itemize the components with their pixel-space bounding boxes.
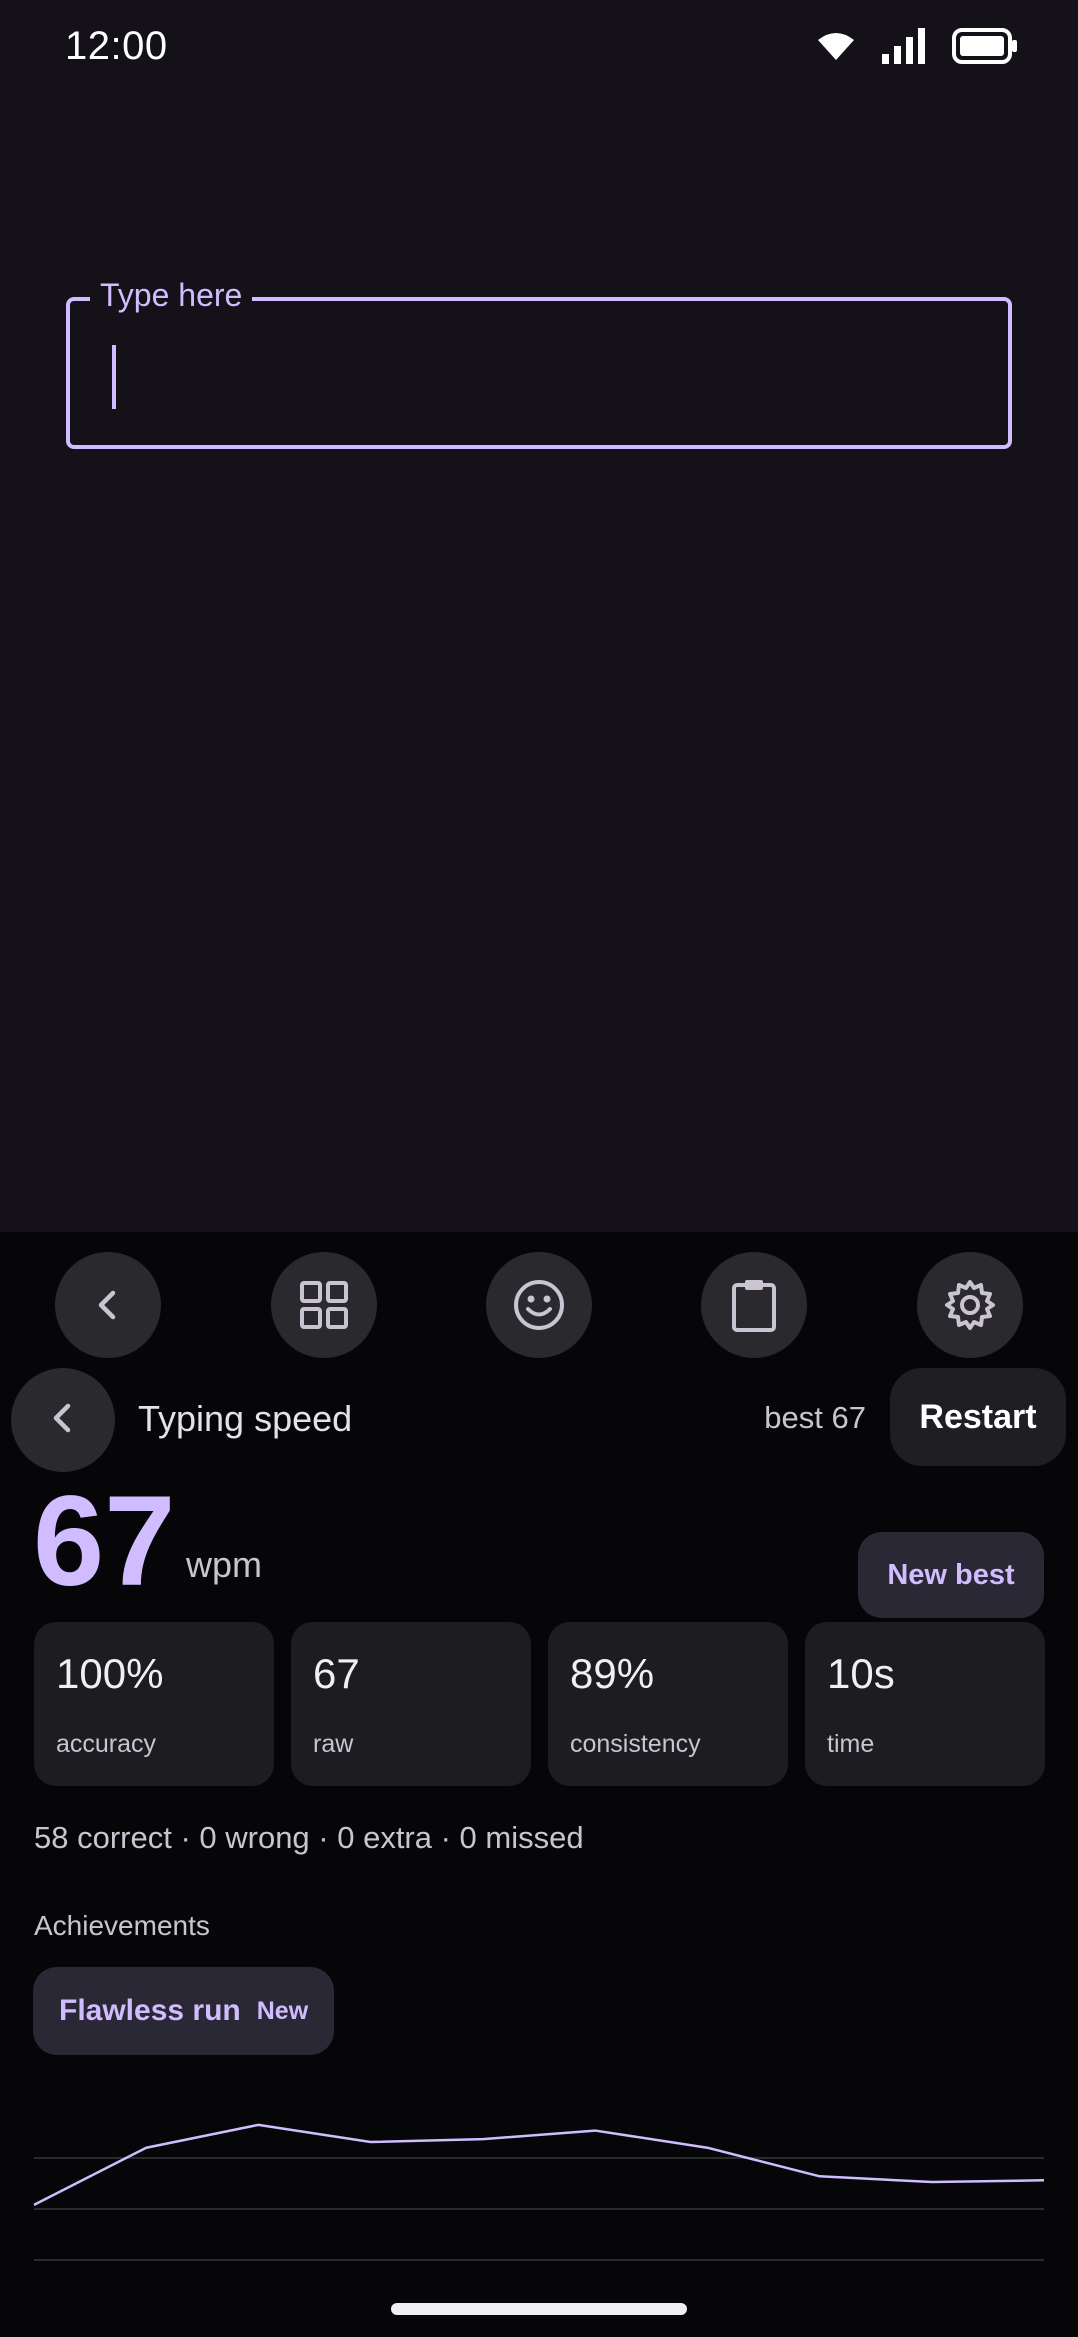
back-button[interactable] bbox=[55, 1252, 161, 1358]
new-best-badge: New best bbox=[858, 1532, 1044, 1618]
signal-icon bbox=[882, 28, 926, 64]
stat-card-time: 10s time bbox=[805, 1622, 1045, 1786]
gear-icon bbox=[943, 1278, 997, 1332]
result-summary: 58 correct · 0 wrong · 0 extra · 0 misse… bbox=[34, 1820, 584, 1855]
status-icons bbox=[816, 28, 1018, 64]
close-results-button[interactable] bbox=[11, 1368, 115, 1472]
keyboard-panel: Typing speed best 67 Restart 67 wpm New … bbox=[0, 1232, 1078, 2337]
stat-value: 89% bbox=[570, 1650, 655, 1697]
grid-button[interactable] bbox=[271, 1252, 377, 1358]
text-cursor bbox=[112, 345, 116, 409]
wifi-icon bbox=[816, 30, 856, 62]
emoji-icon bbox=[512, 1278, 566, 1332]
home-indicator[interactable] bbox=[391, 2303, 687, 2315]
field-label: Type here bbox=[90, 273, 253, 317]
stat-card-consistency: 89% consistency bbox=[548, 1622, 788, 1786]
wpm-unit: wpm bbox=[186, 1544, 263, 1585]
restart-button[interactable]: Restart bbox=[890, 1368, 1066, 1466]
stat-label: raw bbox=[313, 1730, 354, 1758]
screen: 12:00 Type here Typing speed best 67 Res… bbox=[0, 0, 1078, 2337]
best-score: best 67 bbox=[764, 1400, 866, 1435]
stat-label: accuracy bbox=[56, 1730, 157, 1758]
clipboard-button[interactable] bbox=[701, 1252, 807, 1358]
settings-button[interactable] bbox=[917, 1252, 1023, 1358]
keyboard-toolbar bbox=[0, 1252, 1078, 1360]
stat-label: consistency bbox=[570, 1730, 701, 1758]
wpm-value: 67 bbox=[33, 1470, 176, 1613]
achievement-new-tag: New bbox=[256, 1996, 309, 2025]
achievements-title: Achievements bbox=[34, 1910, 210, 1941]
stat-value: 100% bbox=[56, 1650, 164, 1697]
text-input[interactable] bbox=[106, 341, 986, 407]
emoji-button[interactable] bbox=[486, 1252, 592, 1358]
grid-icon bbox=[299, 1280, 349, 1330]
stat-value: 10s bbox=[827, 1650, 895, 1697]
chart-series-line bbox=[33, 2123, 1045, 2206]
page-title: Typing speed bbox=[138, 1398, 353, 1439]
achievement-chip[interactable]: Flawless run New bbox=[33, 1967, 335, 2055]
status-time: 12:00 bbox=[65, 24, 168, 68]
battery-icon bbox=[952, 28, 1018, 64]
type-here-field[interactable]: Type here bbox=[66, 273, 1012, 449]
status-bar: 12:00 bbox=[0, 0, 1078, 96]
achievement-name: Flawless run bbox=[59, 1994, 241, 2027]
stat-value: 67 bbox=[313, 1650, 360, 1697]
wpm-chart bbox=[33, 2123, 1045, 2261]
stat-card-accuracy: 100% accuracy bbox=[34, 1622, 274, 1786]
chevron-left-icon bbox=[43, 1398, 83, 1443]
chevron-left-icon bbox=[88, 1285, 128, 1325]
stat-card-raw: 67 raw bbox=[291, 1622, 531, 1786]
typing-speed-header: Typing speed best 67 Restart bbox=[0, 1368, 1078, 1474]
stats-row: 100% accuracy 67 raw 89% consistency 10s… bbox=[34, 1622, 1045, 1786]
clipboard-icon bbox=[730, 1277, 778, 1333]
stat-label: time bbox=[827, 1730, 875, 1758]
